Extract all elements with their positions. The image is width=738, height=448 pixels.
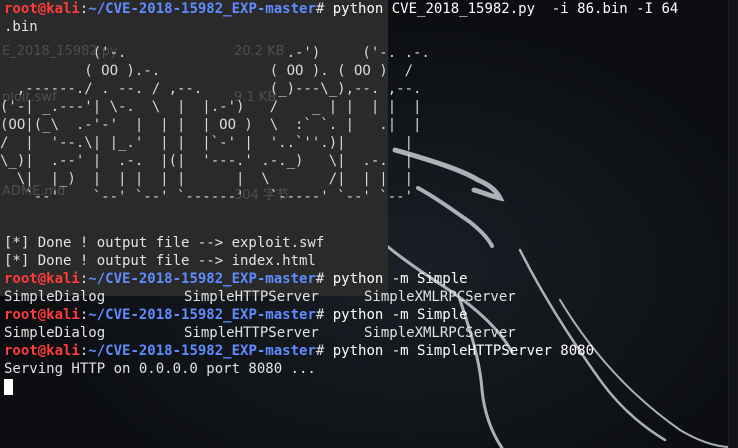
banner-area xyxy=(4,36,728,234)
prompt-user-host: root@kali xyxy=(4,343,80,359)
prompt-path: ~/CVE-2018-15982_EXP-master xyxy=(88,307,316,323)
cursor-line[interactable] xyxy=(4,378,728,396)
prompt-line-4: root@kali:~/CVE-2018-15982_EXP-master# p… xyxy=(4,342,728,360)
completion-line-1: SimpleDialog SimpleHTTPServer SimpleXMLRPC… xyxy=(4,288,728,306)
completion-item: SimpleHTTPServer xyxy=(184,289,319,305)
server-status-line: Serving HTTP on 0.0.0.0 port 8080 ... xyxy=(4,361,316,377)
completion-item: SimpleDialog xyxy=(4,325,106,341)
text-cursor[interactable] xyxy=(4,379,13,395)
output-line-done-2: [*] Done ! output file --> index.html xyxy=(4,253,316,269)
terminal-scrollbar[interactable] xyxy=(728,0,738,448)
prompt-user-host: root@kali xyxy=(4,1,80,17)
command-wrap-line: .bin xyxy=(4,19,38,35)
prompt-symbol: # xyxy=(315,343,333,359)
prompt-symbol: # xyxy=(315,307,333,323)
command-text: python CVE_2018_15982.py -i 86.bin -I 64 xyxy=(332,1,679,17)
prompt-line-3: root@kali:~/CVE-2018-15982_EXP-master# p… xyxy=(4,306,728,324)
prompt-path: ~/CVE-2018-15982_EXP-master xyxy=(88,271,316,287)
completion-item: SimpleDialog xyxy=(4,289,106,305)
prompt-path: ~/CVE-2018-15982_EXP-master xyxy=(88,1,316,17)
prompt-line-1: root@kali:~/CVE-2018-15982_EXP-master# p… xyxy=(4,0,728,18)
prompt-user-host: root@kali xyxy=(4,307,80,323)
prompt-user-host: root@kali xyxy=(4,271,80,287)
prompt-path: ~/CVE-2018-15982_EXP-master xyxy=(88,343,316,359)
completion-line-2: SimpleDialog SimpleHTTPServer SimpleXMLRPC… xyxy=(4,324,728,342)
command-text: python -m SimpleHTTPServer 8080 xyxy=(332,343,595,359)
completion-item: SimpleXMLRPCServer xyxy=(364,289,516,305)
command-text: python -m Simple xyxy=(332,307,468,323)
prompt-symbol: # xyxy=(315,1,333,17)
prompt-line-2: root@kali:~/CVE-2018-15982_EXP-master# p… xyxy=(4,270,728,288)
completion-item: SimpleHTTPServer xyxy=(184,325,319,341)
output-line-done-1: [*] Done ! output file --> exploit.swf xyxy=(4,235,325,251)
completion-item: SimpleXMLRPCServer xyxy=(364,325,516,341)
terminal-output[interactable]: root@kali:~/CVE-2018-15982_EXP-master# p… xyxy=(4,0,728,396)
command-text: python -m Simple xyxy=(332,271,468,287)
prompt-symbol: # xyxy=(315,271,333,287)
